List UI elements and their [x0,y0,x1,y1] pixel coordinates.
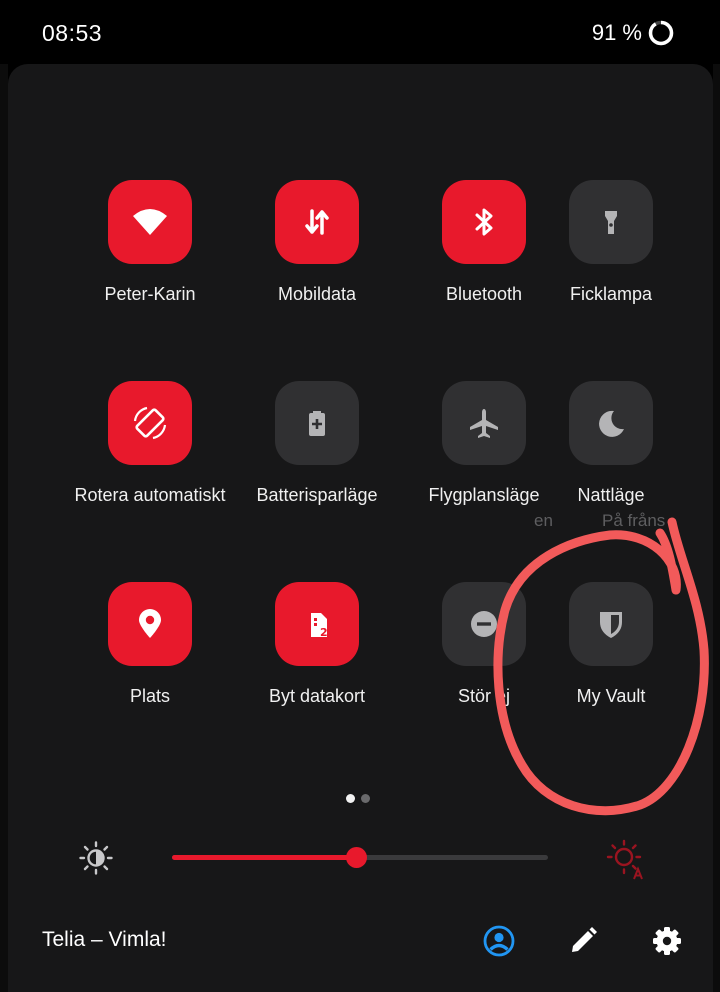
background-text-fragment: På fråns [602,511,666,530]
location-icon [139,609,161,638]
background-edge-left [0,64,8,992]
tile-location-toggle[interactable] [108,582,192,666]
wifi-icon [133,209,167,235]
tile-battery-saver[interactable]: Batterisparläge [242,381,392,531]
user-account-icon[interactable] [482,924,516,958]
tile-label: Rotera automatiskt [74,485,226,505]
battery-saver-icon [309,411,325,436]
tile-my-vault[interactable]: My Vault [536,582,686,732]
tile-mobile-data[interactable]: Mobildata [242,180,392,330]
tile-label: My Vault [576,686,646,706]
mobile-data-icon [305,209,329,235]
tile-mobile-data-toggle[interactable] [275,180,359,264]
tile-label: Ficklampa [569,284,653,304]
tile-flashlight-toggle[interactable] [569,180,653,264]
airplane-icon [470,409,498,438]
tile-auto-rotate-toggle[interactable] [108,381,192,465]
sim-card-2-icon: 2 [311,613,328,639]
page-dot-active[interactable] [346,794,355,803]
carrier-name: Telia – Vimla! [42,928,167,951]
battery-ring-icon [648,20,674,46]
flashlight-icon [605,211,617,234]
tile-auto-rotate[interactable]: Rotera automatiskt [74,381,226,531]
tile-label: Mobildata [277,284,357,304]
auto-rotate-icon [133,406,167,440]
auto-brightness-icon[interactable] [604,838,646,880]
brightness-slider-fill [172,855,357,860]
tile-battery-saver-toggle[interactable] [275,381,359,465]
clock: 08:53 [42,20,103,46]
do-not-disturb-icon [471,611,497,637]
tile-night-mode[interactable]: Nattläge [536,381,686,531]
tile-switch-sim[interactable]: 2 Byt datakort [242,582,392,732]
tile-night-mode-toggle[interactable] [569,381,653,465]
background-edge-right [713,64,720,992]
tile-wifi[interactable]: Peter-Karin [75,180,225,330]
moon-icon [599,410,624,437]
tile-airplane-toggle[interactable] [442,381,526,465]
tile-bluetooth-toggle[interactable] [442,180,526,264]
edit-pencil-icon[interactable] [566,924,600,958]
tile-wifi-toggle[interactable] [108,180,192,264]
tile-location[interactable]: Plats [75,582,225,732]
tile-label: Batterisparläge [256,485,378,505]
tile-label: Nattläge [577,485,645,505]
tile-flashlight[interactable]: Ficklampa [536,180,686,330]
brightness-icon [79,841,113,875]
svg-text:2: 2 [320,626,328,639]
shield-icon [600,612,622,638]
tile-switch-sim-toggle[interactable]: 2 [275,582,359,666]
tile-label: Peter-Karin [104,284,196,304]
bluetooth-icon [475,208,493,236]
page-dot[interactable] [361,794,370,803]
status-bar: 08:53 91 % [0,0,720,64]
page-indicator [346,790,376,808]
background-text-fragment: en [534,511,552,530]
battery-percent: 91 % [591,20,642,45]
tile-do-not-disturb-toggle[interactable] [442,582,526,666]
tile-my-vault-toggle[interactable] [569,582,653,666]
tile-label: Plats [129,686,171,706]
gear-icon[interactable] [650,924,684,958]
tile-label: Byt datakort [268,686,366,706]
brightness-slider[interactable] [172,847,548,868]
